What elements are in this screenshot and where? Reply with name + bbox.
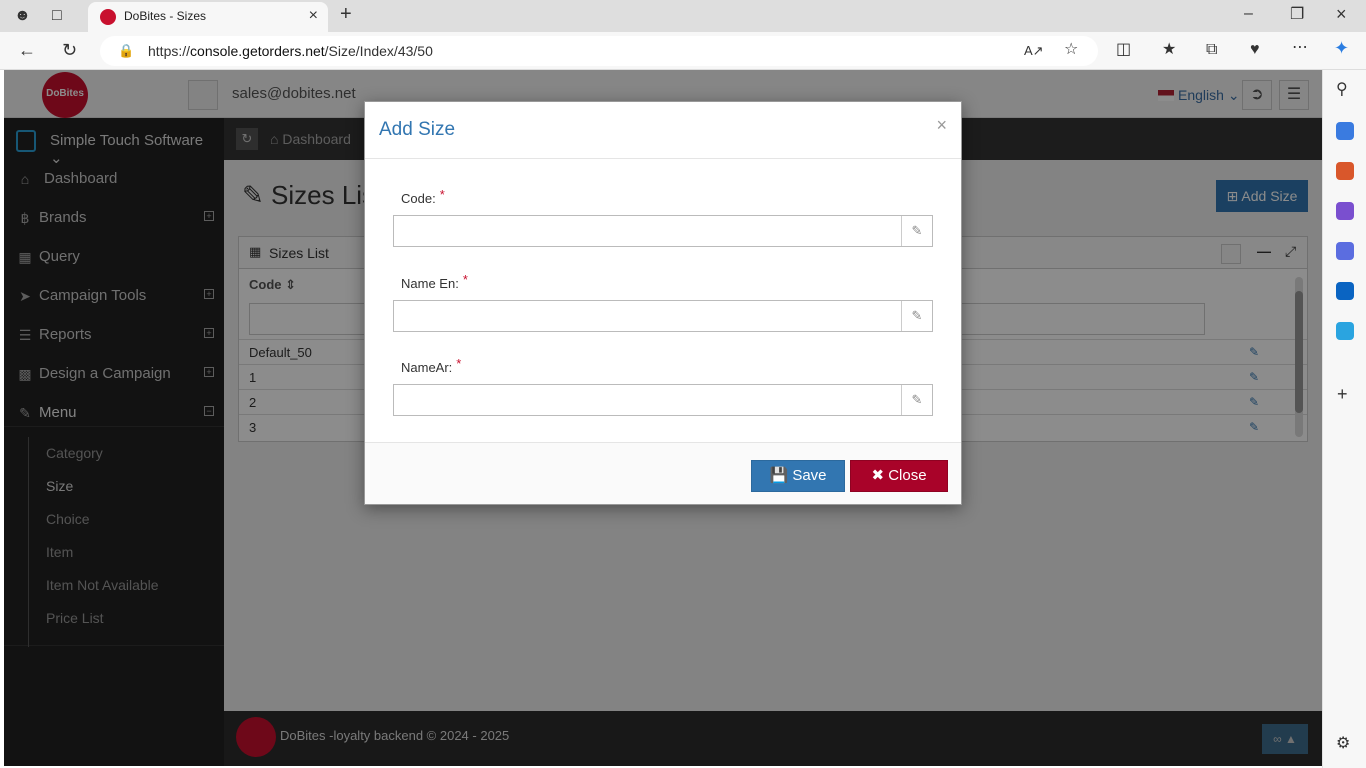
close-button[interactable]: ✖ Close [850,460,948,492]
outlook-icon[interactable] [1336,282,1354,300]
required-mark: * [439,187,445,202]
settings-gear-icon[interactable]: ⚙ [1336,736,1350,752]
modal-title: Add Size [379,119,456,140]
drop-send-icon[interactable] [1336,322,1354,340]
required-mark: * [456,356,462,371]
read-aloud-icon[interactable]: A↗ [1024,43,1044,59]
more-menu-icon[interactable]: ⋯ [1292,40,1308,56]
add-sidebar-app-icon[interactable]: + [1337,385,1348,403]
close-icon[interactable]: × [936,116,947,134]
tools-icon[interactable] [1336,162,1354,180]
name-en-label-text: Name En: [401,276,459,291]
microsoft-365-icon[interactable] [1336,242,1354,260]
collections-icon[interactable]: ⧉ [1206,42,1217,58]
save-button[interactable]: 💾 Save [751,460,845,492]
shopping-tag-icon[interactable] [1336,122,1354,140]
name-ar-input[interactable] [394,385,902,415]
close-label: Close [888,467,927,484]
restore-icon[interactable]: ❐ [1290,7,1304,23]
copilot-icon[interactable]: ✦ [1334,39,1349,57]
name-ar-field[interactable]: ✎ [393,384,933,416]
code-input[interactable] [394,216,902,246]
name-en-input[interactable] [394,301,902,331]
pencil-icon: ✎ [901,385,932,415]
pencil-icon: ✎ [901,301,932,331]
add-size-dialog: Add Size × Code: * ✎ Name En: * ✎ NameAr: *… [364,101,962,505]
save-label: Save [792,467,827,484]
refresh-icon[interactable]: ↻ [62,41,77,59]
favorites-icon[interactable]: ★ [1162,42,1176,58]
name-ar-label-text: NameAr: [401,360,453,375]
floppy-disk-icon: 💾 [769,467,789,484]
url-prefix: https:// [148,43,191,59]
dobites-favicon-icon [100,9,116,25]
search-icon[interactable]: ⚲ [1336,82,1348,98]
browser-essentials-icon[interactable]: ♥ [1250,42,1260,58]
required-mark: * [462,272,468,287]
browser-tab-strip: ☻ □ DoBites - Sizes × + – ❐ × [0,0,1366,32]
profile-icon[interactable]: ☻ [14,8,31,24]
code-label: Code: * [401,187,445,206]
times-icon: ✖ [871,467,885,484]
pencil-icon: ✎ [901,216,932,246]
modal-header: Add Size × [365,102,961,159]
modal-footer: 💾 Save ✖ Close [365,442,961,504]
close-tab-icon[interactable]: × [309,7,318,25]
lock-icon[interactable]: 🔒 [118,43,134,59]
new-tab-icon[interactable]: + [340,4,352,24]
tab-actions-icon[interactable]: □ [52,8,62,24]
url-host: console.getorders.net [190,43,325,59]
favorite-star-icon[interactable]: ☆ [1064,42,1078,58]
url-input[interactable]: 🔒 https://console.getorders.net/Size/Ind… [100,36,1098,66]
back-icon[interactable]: ← [18,41,36,59]
url-path: /Size/Index/43/50 [324,43,433,59]
name-en-field[interactable]: ✎ [393,300,933,332]
url-text: https://console.getorders.net/Size/Index… [148,43,433,59]
split-screen-icon[interactable]: ◫ [1116,42,1131,58]
browser-address-bar: ← ↻ 🔒 https://console.getorders.net/Size… [0,32,1366,70]
games-icon[interactable] [1336,202,1354,220]
name-en-label: Name En: * [401,272,468,291]
edge-sidebar: ⚲ + ⚙ [1322,70,1366,768]
code-label-text: Code: [401,191,436,206]
code-field[interactable]: ✎ [393,215,933,247]
minimize-icon[interactable]: – [1244,6,1253,22]
browser-tab-title: DoBites - Sizes [124,9,207,23]
close-window-icon[interactable]: × [1336,5,1347,23]
browser-tab-active[interactable]: DoBites - Sizes × [88,2,328,32]
name-ar-label: NameAr: * [401,356,461,375]
